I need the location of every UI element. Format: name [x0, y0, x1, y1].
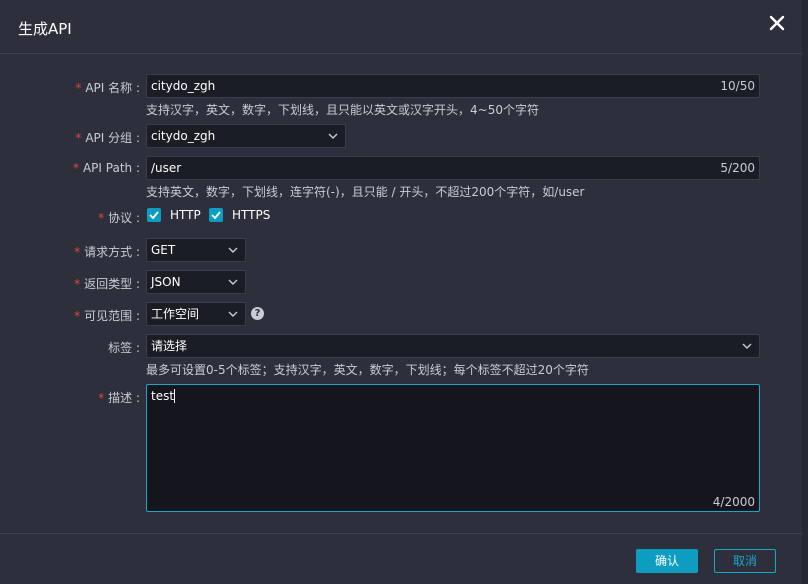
required-mark: *: [72, 161, 79, 175]
visibility-select[interactable]: 工作空间: [146, 302, 246, 326]
request-method-select[interactable]: GET: [146, 238, 246, 262]
scrollbar[interactable]: [802, 0, 808, 584]
http-label: HTTP: [170, 208, 201, 222]
return-type-label: * 返回类型 :: [74, 277, 140, 291]
description-textarea[interactable]: test 4/2000: [146, 384, 760, 512]
api-path-hint: 支持英文，数字，下划线，连字符(-)，且只能 / 开头，不超过200个字符，如/…: [146, 185, 585, 199]
https-checkbox[interactable]: [209, 208, 223, 222]
visibility-label: * 可见范围 :: [74, 309, 140, 323]
close-icon[interactable]: [766, 12, 788, 34]
dialog-header: 生成API: [0, 0, 802, 54]
check-icon: [211, 211, 221, 220]
check-icon: [149, 211, 159, 220]
api-name-input[interactable]: citydo_zgh 10/50: [146, 74, 760, 98]
required-mark: *: [74, 309, 81, 323]
required-mark: *: [98, 211, 105, 225]
request-method-label: * 请求方式 :: [74, 245, 140, 259]
cancel-button[interactable]: 取消: [714, 549, 776, 573]
required-mark: *: [75, 81, 82, 95]
chevron-down-icon: [742, 343, 752, 349]
confirm-button[interactable]: 确认: [636, 549, 698, 573]
api-name-label: * API 名称 :: [75, 81, 140, 95]
required-mark: *: [74, 245, 81, 259]
api-group-label: * API 分组 :: [75, 131, 140, 145]
text-caret: [174, 389, 175, 403]
chevron-down-icon: [228, 247, 238, 253]
footer-divider: [0, 533, 802, 534]
api-path-label: * API Path :: [72, 161, 140, 175]
https-label: HTTPS: [232, 208, 271, 222]
tags-label: 标签 :: [108, 341, 140, 355]
chevron-down-icon: [328, 133, 338, 139]
return-type-select[interactable]: JSON: [146, 270, 246, 294]
tags-placeholder: 请选择: [151, 339, 188, 353]
description-counter: 4/2000: [712, 495, 755, 509]
api-group-select[interactable]: citydo_zgh: [146, 124, 346, 148]
api-name-hint: 支持汉字，英文，数字，下划线，且只能以英文或汉字开头，4~50个字符: [146, 103, 539, 117]
api-name-counter: 10/50: [720, 79, 755, 93]
required-mark: *: [74, 277, 81, 291]
tags-hint: 最多可设置0-5个标签；支持汉字，英文，数字，下划线；每个标签不超过20个字符: [146, 363, 589, 377]
help-icon[interactable]: ?: [251, 307, 264, 320]
api-path-counter: 5/200: [720, 161, 755, 175]
http-checkbox[interactable]: [147, 208, 161, 222]
tags-select[interactable]: 请选择: [146, 334, 760, 358]
description-label: * 描述 :: [98, 391, 140, 405]
required-mark: *: [75, 131, 82, 145]
api-path-input[interactable]: /user 5/200: [146, 156, 760, 180]
protocol-label: * 协议 :: [98, 211, 140, 225]
required-mark: *: [98, 391, 105, 405]
chevron-down-icon: [228, 279, 238, 285]
chevron-down-icon: [228, 311, 238, 317]
dialog-title: 生成API: [18, 20, 72, 38]
